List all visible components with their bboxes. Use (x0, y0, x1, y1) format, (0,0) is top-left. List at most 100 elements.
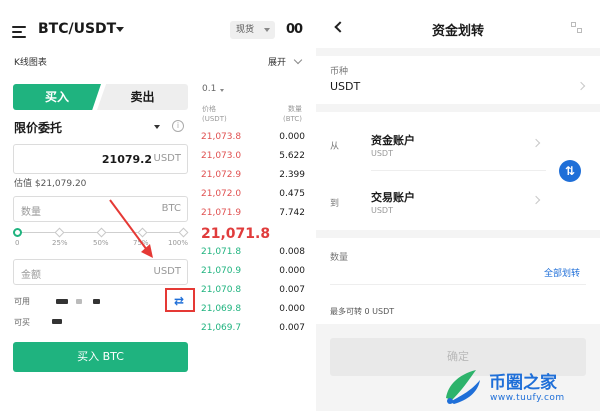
account-card: 从 资金账户 USDT 到 交易账户 USDT (316, 112, 600, 230)
ask-qty: 2.399 (279, 170, 305, 180)
slider-label: 100% (168, 239, 189, 247)
price-header-label: 价格 (202, 105, 216, 113)
quantity-input[interactable]: 数量 BTC (13, 196, 188, 222)
bid-qty: 0.007 (279, 285, 305, 295)
ask-price: 21,072.0 (201, 189, 242, 199)
bid-price: 21,071.8 (201, 247, 242, 257)
tab-buy[interactable]: 买入 (13, 84, 101, 110)
from-account[interactable]: 资金账户 (371, 132, 415, 148)
amount-unit: USDT (153, 266, 181, 277)
quantity-placeholder: 数量 (21, 207, 41, 218)
transfer-highlight[interactable]: ⇄ (165, 288, 195, 312)
amount-input-line[interactable] (330, 284, 586, 285)
chevron-down-icon[interactable] (293, 55, 303, 65)
ask-qty: 7.742 (279, 208, 305, 218)
coin-selector[interactable]: 币种 USDT (316, 56, 600, 104)
max-transfer-text: 最多可转 0 USDT (330, 307, 395, 316)
ask-row[interactable]: 21,073.8 0.000 (201, 132, 305, 146)
qty-header-label: 数量 (288, 105, 303, 113)
bid-qty: 0.008 (279, 247, 305, 257)
chevron-right-icon (576, 81, 586, 91)
redacted-value (76, 299, 82, 304)
pair-selector[interactable]: BTC/USDT (38, 21, 116, 37)
spot-trade-panel: BTC/USDT 现货 00 K线图表 展开 买入 卖出 限价委托 i 2107… (0, 0, 316, 411)
ask-row[interactable]: 21,071.9 7.742 (201, 208, 305, 222)
to-account[interactable]: 交易账户 (371, 189, 415, 205)
bid-row[interactable]: 21,070.8 0.007 (201, 285, 305, 299)
expand-toggle[interactable]: 展开 (268, 55, 286, 68)
slider-label: 75% (133, 239, 149, 247)
price-header: 价格 (USDT) (202, 104, 227, 124)
bid-row[interactable]: 21,070.9 0.000 (201, 266, 305, 280)
bid-price: 21,070.9 (201, 266, 242, 276)
coin-value: USDT (330, 80, 361, 93)
estimate-value: 估值 $21,079.20 (14, 179, 87, 189)
chart-settings-icon[interactable]: 00 (286, 22, 303, 37)
redacted-value (52, 319, 62, 324)
ask-row[interactable]: 21,073.0 5.622 (201, 151, 305, 165)
swap-direction-icon[interactable]: ⇅ (559, 160, 581, 182)
watermark-name: 币圈之家 (489, 373, 557, 393)
ask-row[interactable]: 21,072.0 0.475 (201, 189, 305, 203)
amount-placeholder: 金额 (21, 270, 41, 281)
page-title: 资金划转 (431, 24, 484, 39)
last-price: 21,071.8 (201, 226, 271, 242)
slider-stop-75[interactable] (137, 227, 148, 238)
ask-qty: 5.622 (279, 151, 305, 161)
price-header-unit: (USDT) (202, 115, 227, 123)
bid-row[interactable]: 21,069.7 0.007 (201, 323, 305, 337)
coin-label: 币种 (330, 67, 349, 77)
buy-button[interactable]: 买入 BTC (13, 342, 188, 372)
divider (371, 170, 546, 171)
quantity-unit: BTC (161, 203, 181, 214)
transfer-header: 资金划转 (316, 0, 600, 48)
info-icon[interactable]: i (172, 120, 184, 132)
caret-down-icon[interactable] (116, 27, 124, 32)
kline-label[interactable]: K线图表 (14, 55, 47, 68)
watermark-url: www.tuufy.com (490, 393, 565, 403)
ask-qty: 0.475 (279, 189, 305, 199)
ask-price: 21,072.9 (201, 170, 242, 180)
buyable-label: 可买 (14, 318, 30, 327)
to-label: 到 (330, 199, 340, 209)
slider-handle[interactable] (13, 228, 22, 237)
bid-row[interactable]: 21,071.8 0.008 (201, 247, 305, 261)
tab-sell[interactable]: 卖出 (97, 84, 188, 110)
slider-label: 50% (93, 239, 109, 247)
order-type-select[interactable]: 限价委托 (14, 119, 62, 136)
menu-icon[interactable] (12, 26, 26, 38)
available-label: 可用 (14, 297, 30, 306)
price-input[interactable]: 21079.2 USDT (13, 144, 188, 174)
bid-row[interactable]: 21,069.8 0.000 (201, 304, 305, 318)
slider-stop-50[interactable] (96, 227, 107, 238)
precision-selector[interactable]: 0.1 (202, 84, 216, 94)
qty-header-unit: (BTC) (283, 115, 303, 123)
transfer-all-link[interactable]: 全部划转 (544, 266, 580, 279)
trade-header: BTC/USDT 现货 00 (0, 0, 316, 48)
transfer-swap-icon[interactable]: ⇄ (174, 294, 184, 308)
chevron-right-icon[interactable] (531, 138, 541, 148)
amount-label: 数量 (330, 253, 349, 263)
price-unit: USDT (153, 153, 181, 164)
ask-price: 21,073.8 (201, 132, 242, 142)
bid-price: 21,069.7 (201, 323, 242, 333)
bid-price: 21,069.8 (201, 304, 242, 314)
slider-stop-25[interactable] (54, 227, 65, 238)
redacted-value (56, 299, 68, 304)
ask-row[interactable]: 21,072.9 2.399 (201, 170, 305, 184)
caret-down-icon (264, 28, 270, 32)
caret-down-icon[interactable] (154, 125, 160, 129)
spot-label: 现货 (236, 25, 255, 35)
chevron-right-icon[interactable] (531, 195, 541, 205)
watermark-logo (446, 370, 480, 404)
slider-stop-100[interactable] (178, 227, 189, 238)
transfer-record-icon[interactable] (571, 22, 583, 34)
slider-label: 0 (15, 239, 20, 247)
from-label: 从 (330, 142, 340, 152)
bid-qty: 0.000 (279, 304, 305, 314)
spot-selector[interactable]: 现货 (230, 21, 275, 39)
bid-qty: 0.000 (279, 266, 305, 276)
caret-down-icon[interactable] (220, 89, 224, 92)
amount-input[interactable]: 金额 USDT (13, 259, 188, 285)
from-currency: USDT (371, 149, 393, 158)
